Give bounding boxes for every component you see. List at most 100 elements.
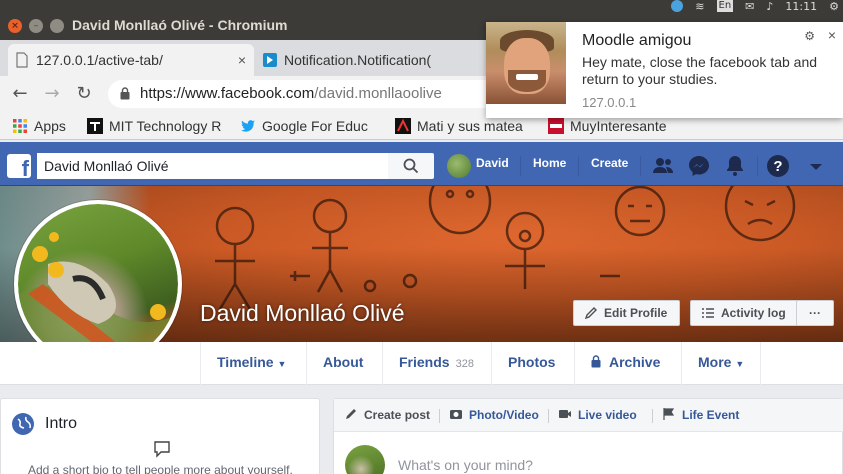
bookmark-label: Google For Educ [262, 118, 368, 134]
tab-about[interactable]: About [306, 342, 379, 385]
clock[interactable]: 11:11 [785, 0, 817, 13]
tab-create-post[interactable]: Create post [344, 408, 430, 422]
composer-tabs: Create post Photo/Video Live video Life … [334, 399, 843, 432]
window-maximize-button[interactable] [50, 19, 64, 33]
status-update-input[interactable]: What's on your mind? [398, 457, 533, 473]
chevron-down-icon: ▼ [735, 359, 745, 369]
more-options-button[interactable]: ··· [796, 300, 834, 326]
messenger-icon[interactable] [687, 154, 711, 178]
twitter-bird-icon [241, 120, 255, 132]
post-composer: Create post Photo/Video Live video Life … [333, 398, 843, 474]
tab-label: Timeline [217, 354, 274, 370]
edit-profile-button[interactable]: Edit Profile [573, 300, 681, 326]
speech-bubble-icon [154, 441, 170, 458]
window-title: David Monllaó Olivé - Chromium [72, 17, 288, 33]
facebook-top-bar: f David Home Create ? [0, 142, 843, 186]
notification-close-icon[interactable]: × [828, 27, 836, 43]
profile-name[interactable]: David Monllaó Olivé [200, 300, 405, 327]
mit-technology-review-icon [87, 118, 103, 134]
tab-more[interactable]: More ▼ [681, 342, 762, 385]
bookmark-muyinteresante[interactable]: MuyInteresante [548, 118, 667, 134]
notification-title: Moodle amigou [582, 32, 692, 49]
window-close-button[interactable]: × [8, 19, 22, 33]
url-text[interactable]: https://www.facebook.com/david.monllaool… [140, 85, 442, 102]
facebook-search-input[interactable] [37, 153, 377, 179]
nav-home[interactable]: Home [533, 156, 566, 170]
tab-title: Notification.Notification( [284, 52, 432, 68]
tab-live-video[interactable]: Live video [558, 408, 637, 422]
system-tray: ≋ En ✉ ♪ 11:11 ⚙ [671, 0, 843, 13]
facebook-search-box[interactable] [37, 153, 388, 179]
nav-divider [520, 156, 521, 176]
tab-active-tab[interactable]: 127.0.0.1/active-tab/ × [8, 44, 254, 76]
window-minimize-button[interactable]: – [29, 19, 43, 33]
tab-label: Photos [508, 354, 556, 370]
profile-photo-content [18, 232, 178, 364]
add-bio-prompt[interactable]: Add a short bio to tell people more abou… [28, 463, 293, 474]
apps-grid-icon [13, 119, 27, 133]
nav-divider [640, 156, 641, 176]
bookmark-google-for-education[interactable]: Google For Educ [240, 118, 378, 134]
tab-title: 127.0.0.1/active-tab/ [36, 52, 163, 68]
profile-navigation: Timeline ▼ About Friends 328 Photos Archi… [0, 342, 843, 385]
intro-card: Intro Add a short bio to tell people mor… [0, 398, 320, 474]
tab-photos[interactable]: Photos [491, 342, 571, 385]
tab-life-event[interactable]: Life Event [662, 408, 739, 422]
desktop-notification[interactable]: Moodle amigou Hey mate, close the facebo… [486, 22, 843, 118]
edit-profile-label: Edit Profile [604, 306, 668, 320]
tab-label: Archive [609, 354, 661, 370]
tab-notification[interactable]: Notification.Notification( [256, 44, 466, 76]
tab-label: Life Event [682, 408, 740, 422]
tab-archive[interactable]: Archive [574, 342, 676, 385]
facebook-logo-icon[interactable]: f [7, 154, 31, 178]
avatar[interactable] [447, 154, 471, 178]
pencil-icon [346, 409, 356, 419]
nav-divider [757, 156, 758, 176]
chevron-down-icon: ▼ [277, 359, 287, 369]
help-question-icon[interactable]: ? [766, 154, 790, 178]
tab-label: About [323, 354, 364, 370]
forward-arrow-icon[interactable]: → [40, 82, 64, 106]
friend-requests-icon[interactable] [651, 154, 675, 178]
page-icon [16, 52, 28, 68]
back-arrow-icon[interactable]: ← [8, 82, 32, 106]
notification-settings-gear-icon[interactable]: ⚙ [804, 29, 815, 43]
activity-log-button[interactable]: Activity log [690, 300, 799, 326]
settings-gear-icon[interactable]: ⚙ [829, 0, 839, 13]
more-dots-icon: ··· [809, 306, 821, 320]
tab-label: Friends [399, 354, 450, 370]
facebook-search-button[interactable] [388, 153, 434, 179]
bookmark-label: MuyInteresante [570, 118, 667, 134]
account-menu-caret-icon[interactable] [804, 154, 828, 178]
muyinteresante-icon [548, 118, 564, 134]
notification-body: Hey mate, close the facebook tab and ret… [582, 54, 818, 87]
tab-friends[interactable]: Friends 328 [382, 342, 490, 385]
divider [439, 409, 440, 423]
tab-label: More [698, 354, 732, 370]
divider [652, 409, 653, 423]
bookmark-mit-technology[interactable]: MIT Technology R [87, 118, 223, 134]
mail-icon[interactable]: ✉ [745, 0, 754, 13]
svg-text:?: ? [773, 158, 782, 175]
notifications-bell-icon[interactable] [723, 154, 747, 178]
bookmark-apps[interactable]: Apps [12, 118, 66, 134]
nav-divider [578, 156, 579, 176]
video-camera-icon [559, 410, 571, 418]
keyboard-layout-indicator[interactable]: En [716, 0, 734, 12]
avatar[interactable] [345, 445, 385, 474]
bookmark-mati-y-sus-mateaventuras[interactable]: Mati y sus matea [395, 118, 531, 134]
reload-icon[interactable]: ↻ [72, 82, 96, 106]
tab-timeline[interactable]: Timeline ▼ [200, 342, 302, 385]
telegram-icon[interactable] [671, 0, 684, 12]
notification-favicon-icon [263, 53, 277, 67]
tab-close-icon[interactable]: × [238, 44, 246, 76]
volume-icon[interactable]: ♪ [766, 0, 773, 13]
nav-profile-user[interactable]: David [476, 156, 509, 170]
tab-photo-video[interactable]: Photo/Video [449, 408, 539, 422]
mati-site-icon [395, 118, 411, 134]
lock-icon [120, 87, 130, 100]
url-host: https://www.facebook.com [140, 85, 315, 102]
wifi-icon[interactable]: ≋ [695, 0, 704, 13]
notification-origin: 127.0.0.1 [582, 95, 637, 110]
nav-create[interactable]: Create [591, 156, 628, 170]
